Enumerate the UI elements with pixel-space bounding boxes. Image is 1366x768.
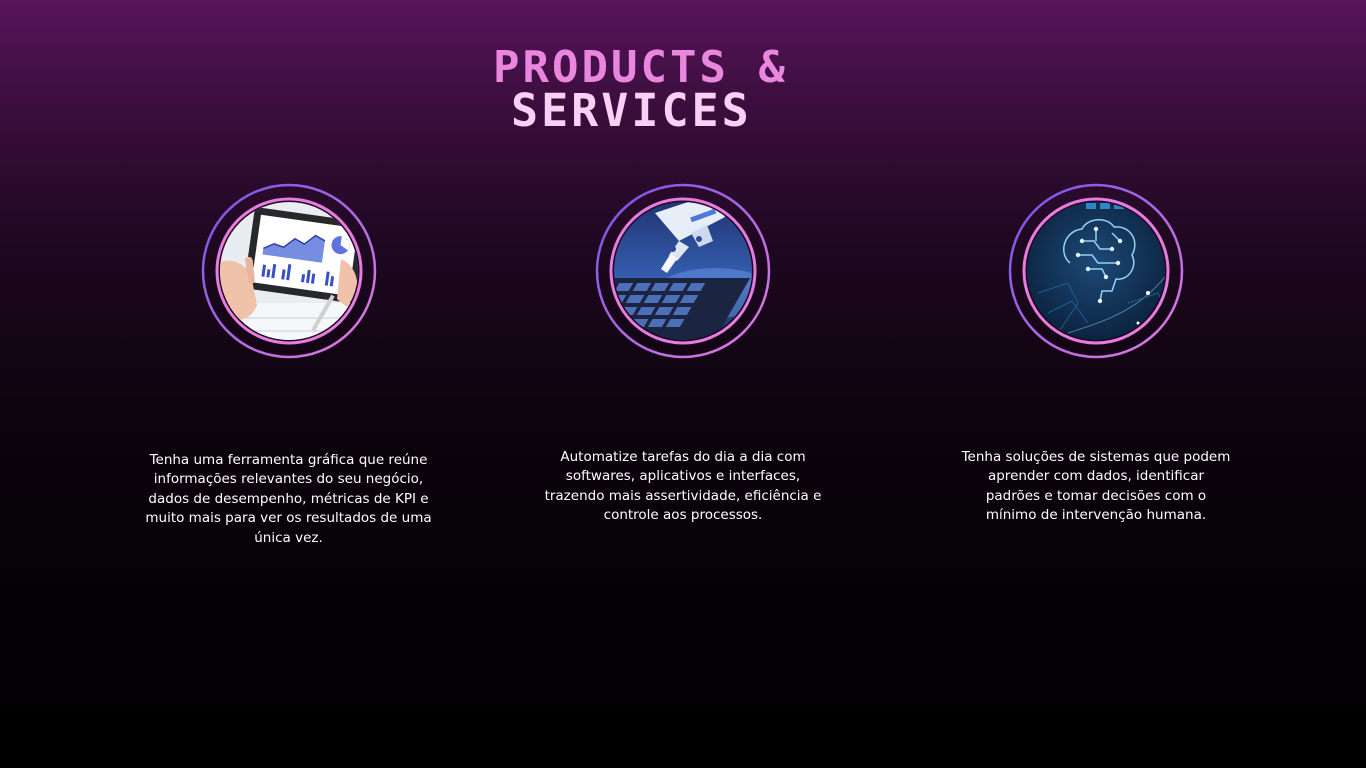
service-description-ai: Tenha soluções de sistemas que podem apr… — [961, 449, 1231, 524]
service-description-automation: Automatize tarefas do dia a dia com soft… — [544, 449, 822, 524]
page: { "title": { "line1": "PRODUCTS &", "lin… — [0, 0, 1366, 768]
service-image-analytics — [201, 183, 377, 359]
page-title: PRODUCTS & SERVICES — [493, 46, 788, 137]
title-line-2: SERVICES — [511, 84, 752, 137]
service-description-analytics: Tenha uma ferramenta gráfica que reúne i… — [145, 452, 432, 546]
service-image-ai — [1008, 183, 1184, 359]
service-image-automation — [595, 183, 771, 359]
